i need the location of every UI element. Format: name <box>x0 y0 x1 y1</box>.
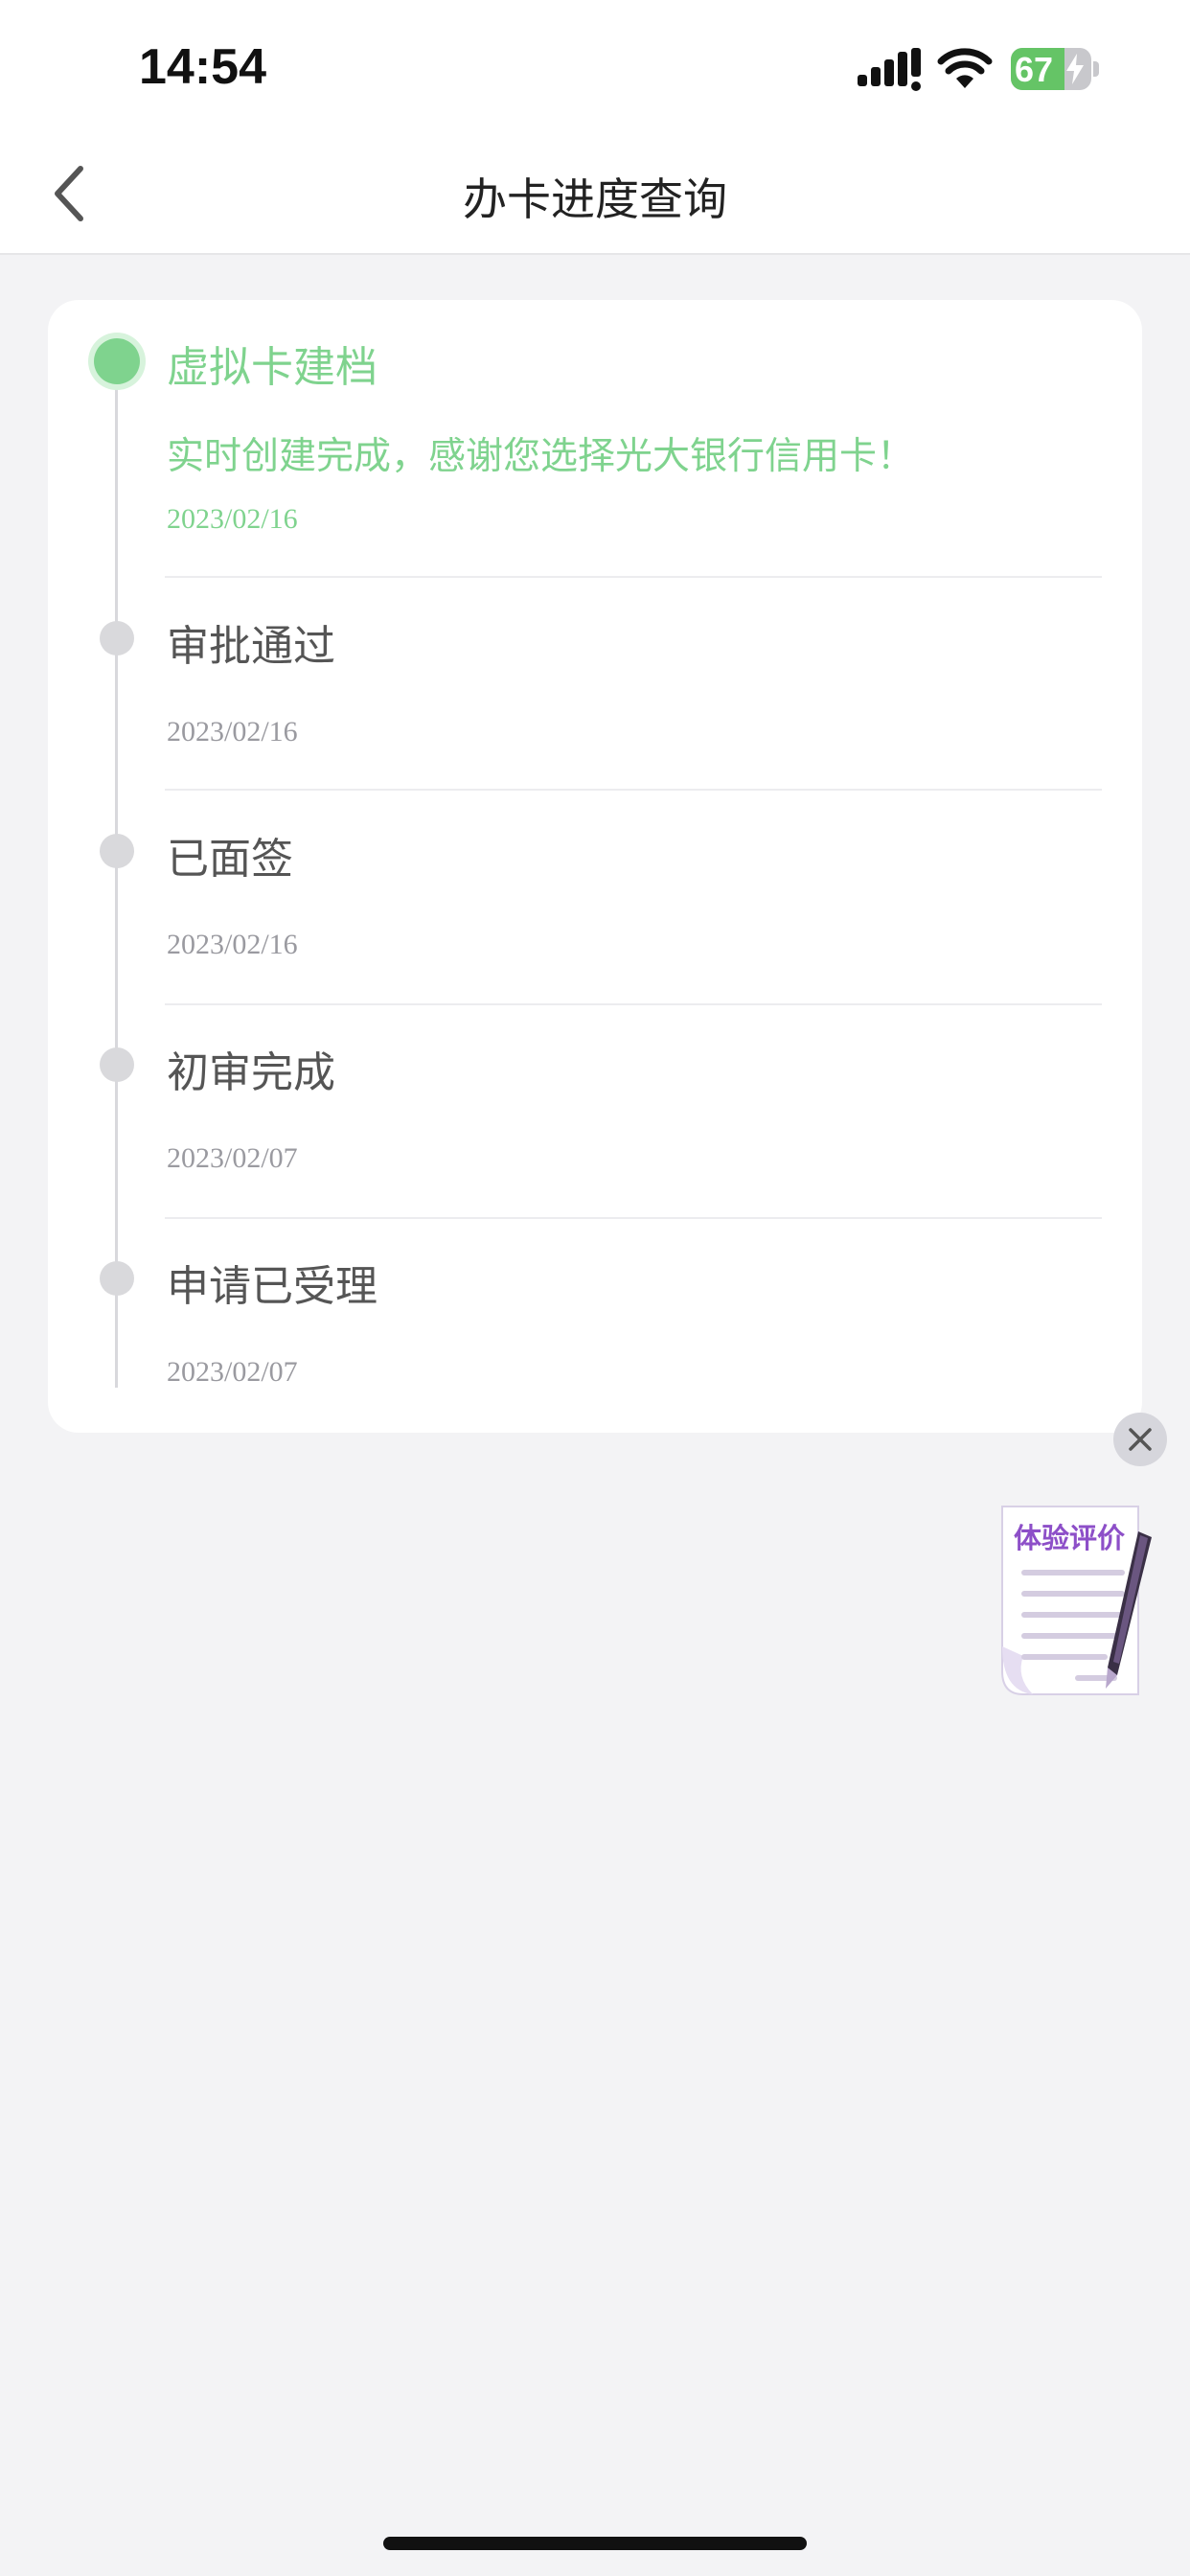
battery-icon: 67 <box>1011 48 1099 90</box>
home-indicator[interactable] <box>383 2537 807 2550</box>
page-title: 办卡进度查询 <box>463 173 727 225</box>
nav-bar: 办卡进度查询 <box>0 134 1190 255</box>
wifi-icon <box>937 48 993 88</box>
signal-icon <box>858 48 921 91</box>
step-date: 2023/02/16 <box>167 716 298 748</box>
step-date: 2023/02/16 <box>167 929 298 960</box>
step-dot <box>100 834 134 868</box>
timeline-line <box>115 360 118 1388</box>
divider <box>165 789 1102 791</box>
step-dot <box>100 1047 134 1082</box>
feedback-label: 体验评价 <box>1014 1522 1126 1554</box>
step-description: 实时创建完成，感谢您选择光大银行信用卡！ <box>167 435 915 478</box>
step-title: 审批通过 <box>167 622 335 671</box>
step-date: 2023/02/07 <box>167 1142 298 1174</box>
close-icon <box>1129 1428 1152 1451</box>
status-bar: 14:54 67 <box>0 0 1190 134</box>
charging-bolt-icon <box>1066 54 1084 84</box>
feedback-close-button[interactable] <box>1113 1413 1167 1466</box>
step-dot <box>100 621 134 656</box>
divider <box>165 1003 1102 1005</box>
battery-text: 67 <box>1015 50 1054 89</box>
divider <box>165 1217 1102 1219</box>
step-title: 虚拟卡建档 <box>167 343 378 392</box>
progress-card: 虚拟卡建档 实时创建完成，感谢您选择光大银行信用卡！ 2023/02/16 审批… <box>48 300 1142 1433</box>
step-title: 申请已受理 <box>167 1262 378 1311</box>
step-dot-active <box>94 338 140 384</box>
step-title: 已面签 <box>167 835 293 884</box>
status-time: 14:54 <box>139 39 266 95</box>
feedback-widget[interactable]: 体验评价 <box>995 1503 1157 1704</box>
step-dot <box>100 1261 134 1296</box>
divider <box>165 576 1102 578</box>
step-title: 初审完成 <box>167 1048 335 1097</box>
step-date: 2023/02/07 <box>167 1356 298 1388</box>
step-date: 2023/02/16 <box>167 503 298 535</box>
